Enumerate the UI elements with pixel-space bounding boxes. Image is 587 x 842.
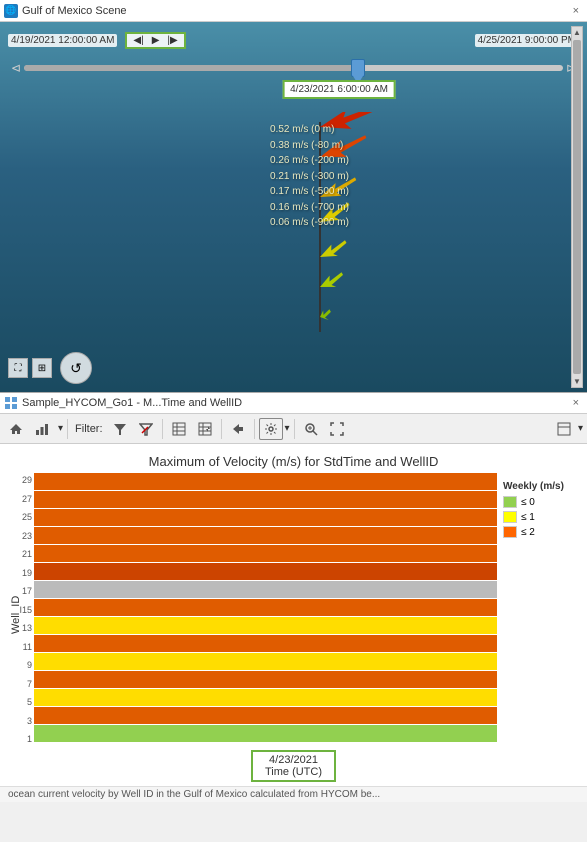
y-tick: 1 [6, 734, 32, 744]
legend-item: ≤ 2 [503, 526, 581, 538]
legend-items: ≤ 0 ≤ 1 ≤ 2 [503, 496, 581, 538]
toolbar-settings-dropdown[interactable]: ▾ [285, 423, 290, 434]
title-bar-text: Gulf of Mexico Scene [22, 5, 569, 17]
scene-panel: 4/19/2021 12:00:00 AM ◀| ▶ |▶ 4/25/2021 … [0, 22, 587, 392]
toolbar-more-dropdown[interactable]: ▾ [578, 423, 583, 434]
slider-start-icon: ⊲ [8, 61, 24, 75]
scene-rotate-button[interactable]: ↺ [60, 352, 92, 384]
y-tick: 5 [6, 697, 32, 707]
chart-x-annotation: 4/23/2021 Time (UTC) [251, 750, 336, 782]
velocity-label-3: 0.21 m/s (-300 m) [270, 169, 470, 185]
slider-thumb[interactable] [351, 59, 365, 77]
chart-toolbar: ▾ Filter: ▾ [0, 414, 587, 444]
timeline-end-time: 4/25/2021 9:00:00 PM [475, 34, 579, 47]
timeline-controls: ◀| ▶ |▶ [125, 32, 185, 49]
chart-bottom: 4/23/2021 Time (UTC) [0, 746, 587, 786]
y-tick: 7 [6, 679, 32, 689]
toolbar-sep-3 [221, 419, 222, 439]
y-tick: 27 [6, 494, 32, 504]
next-frame-button[interactable]: |▶ [165, 35, 179, 46]
slider-track[interactable] [24, 65, 563, 71]
timeline-slider-container: ⊲ ⊳ [8, 58, 579, 78]
velocity-label-0: 0.52 m/s (0 m) [270, 122, 470, 138]
velocity-label-1: 0.38 m/s (-80 m) [270, 138, 470, 154]
y-tick: 21 [6, 549, 32, 559]
toolbar-sep-5 [294, 419, 295, 439]
chart-legend: Weekly (m/s) ≤ 0 ≤ 1 ≤ 2 [497, 473, 587, 746]
toolbar-settings-button[interactable] [259, 418, 283, 440]
toolbar-sep-1 [67, 419, 68, 439]
legend-item: ≤ 1 [503, 511, 581, 523]
y-tick: 23 [6, 531, 32, 541]
scene-scrollbar: ▲ ▼ [571, 26, 583, 388]
legend-swatch [503, 511, 517, 523]
scene-overlay-btn-1[interactable]: ⛶ [8, 358, 28, 378]
legend-title: Weekly (m/s) [503, 481, 581, 492]
chart-container: Maximum of Velocity (m/s) for StdTime an… [0, 444, 587, 786]
toolbar-chart-dropdown[interactable]: ▾ [58, 423, 63, 434]
panel-title-bar: Sample_HYCOM_Go1 - M...Time and WellID × [0, 392, 587, 414]
y-tick: 13 [6, 623, 32, 633]
panel-title-icon [4, 396, 18, 410]
y-tick: 9 [6, 660, 32, 670]
scene-overlay-btn-2[interactable]: ⊞ [32, 358, 52, 378]
y-tick: 15 [6, 605, 32, 615]
chart-title: Maximum of Velocity (m/s) for StdTime an… [0, 450, 587, 473]
filter-label: Filter: [75, 423, 103, 435]
legend-label: ≤ 0 [521, 497, 535, 508]
toolbar-home-button[interactable] [4, 418, 28, 440]
toolbar-back-button[interactable] [226, 418, 250, 440]
toolbar-more-button[interactable] [552, 418, 576, 440]
y-tick: 17 [6, 586, 32, 596]
bottom-panel: Sample_HYCOM_Go1 - M...Time and WellID ×… [0, 392, 587, 802]
scroll-down-arrow[interactable]: ▼ [572, 376, 582, 387]
play-button[interactable]: ▶ [150, 35, 162, 46]
y-tick: 29 [6, 475, 32, 485]
toolbar-sep-4 [254, 419, 255, 439]
panel-title-text: Sample_HYCOM_Go1 - M...Time and WellID [22, 397, 569, 409]
toolbar-chart-button[interactable] [30, 418, 54, 440]
toolbar-zoom-button[interactable] [299, 418, 323, 440]
toolbar-export-button[interactable] [193, 418, 217, 440]
y-ticks: 29 27 25 23 21 19 17 15 13 11 9 7 5 3 1 [6, 473, 32, 746]
legend-item: ≤ 0 [503, 496, 581, 508]
slider-progress [24, 65, 358, 71]
y-tick: 11 [6, 642, 32, 652]
legend-label: ≤ 1 [521, 512, 535, 523]
slider-tooltip: 4/23/2021 6:00:00 AM [282, 80, 396, 99]
chart-axis-label: Time (UTC) [265, 766, 322, 778]
chart-plot: 2927252321191715131197531 [34, 473, 497, 746]
scene-overlay-controls: ⛶ ⊞ ↺ [8, 352, 92, 384]
y-tick: 25 [6, 512, 32, 522]
legend-swatch [503, 526, 517, 538]
scroll-thumb[interactable] [573, 40, 581, 374]
velocity-label-6: 0.06 m/s (-900 m) [270, 215, 470, 231]
legend-label: ≤ 2 [521, 527, 535, 538]
velocity-label-5: 0.16 m/s (-700 m) [270, 200, 470, 216]
toolbar-sep-2 [162, 419, 163, 439]
prev-frame-button[interactable]: ◀| [131, 35, 145, 46]
title-bar: 🌐 Gulf of Mexico Scene × [0, 0, 587, 22]
footer-text: ocean current velocity by Well ID in the… [0, 786, 587, 802]
velocity-label-4: 0.17 m/s (-500 m) [270, 184, 470, 200]
legend-swatch [503, 496, 517, 508]
y-tick: 19 [6, 568, 32, 578]
velocity-labels-area: 0.52 m/s (0 m) 0.38 m/s (-80 m) 0.26 m/s… [270, 122, 470, 231]
toolbar-filter-button[interactable] [108, 418, 132, 440]
toolbar-table-button[interactable] [167, 418, 191, 440]
y-tick: 3 [6, 716, 32, 726]
panel-close-button[interactable]: × [569, 397, 583, 409]
chart-date-label: 4/23/2021 [265, 754, 322, 766]
timeline-start-time: 4/19/2021 12:00:00 AM [8, 34, 117, 47]
scroll-up-arrow[interactable]: ▲ [572, 27, 582, 38]
toolbar-filter-exclude-button[interactable] [134, 418, 158, 440]
toolbar-fullscreen-button[interactable] [325, 418, 349, 440]
title-bar-close-button[interactable]: × [569, 5, 583, 17]
chart-svg [34, 473, 497, 743]
app-icon: 🌐 [4, 4, 18, 18]
chart-and-legend: 2927252321191715131197531 Weekly (m/s) ≤… [28, 473, 587, 746]
chart-body: Well_ID 2927252321191715131197531 Weekly… [10, 473, 587, 746]
timeline-bar: 4/19/2021 12:00:00 AM ◀| ▶ |▶ 4/25/2021 … [0, 26, 587, 54]
velocity-label-2: 0.26 m/s (-200 m) [270, 153, 470, 169]
